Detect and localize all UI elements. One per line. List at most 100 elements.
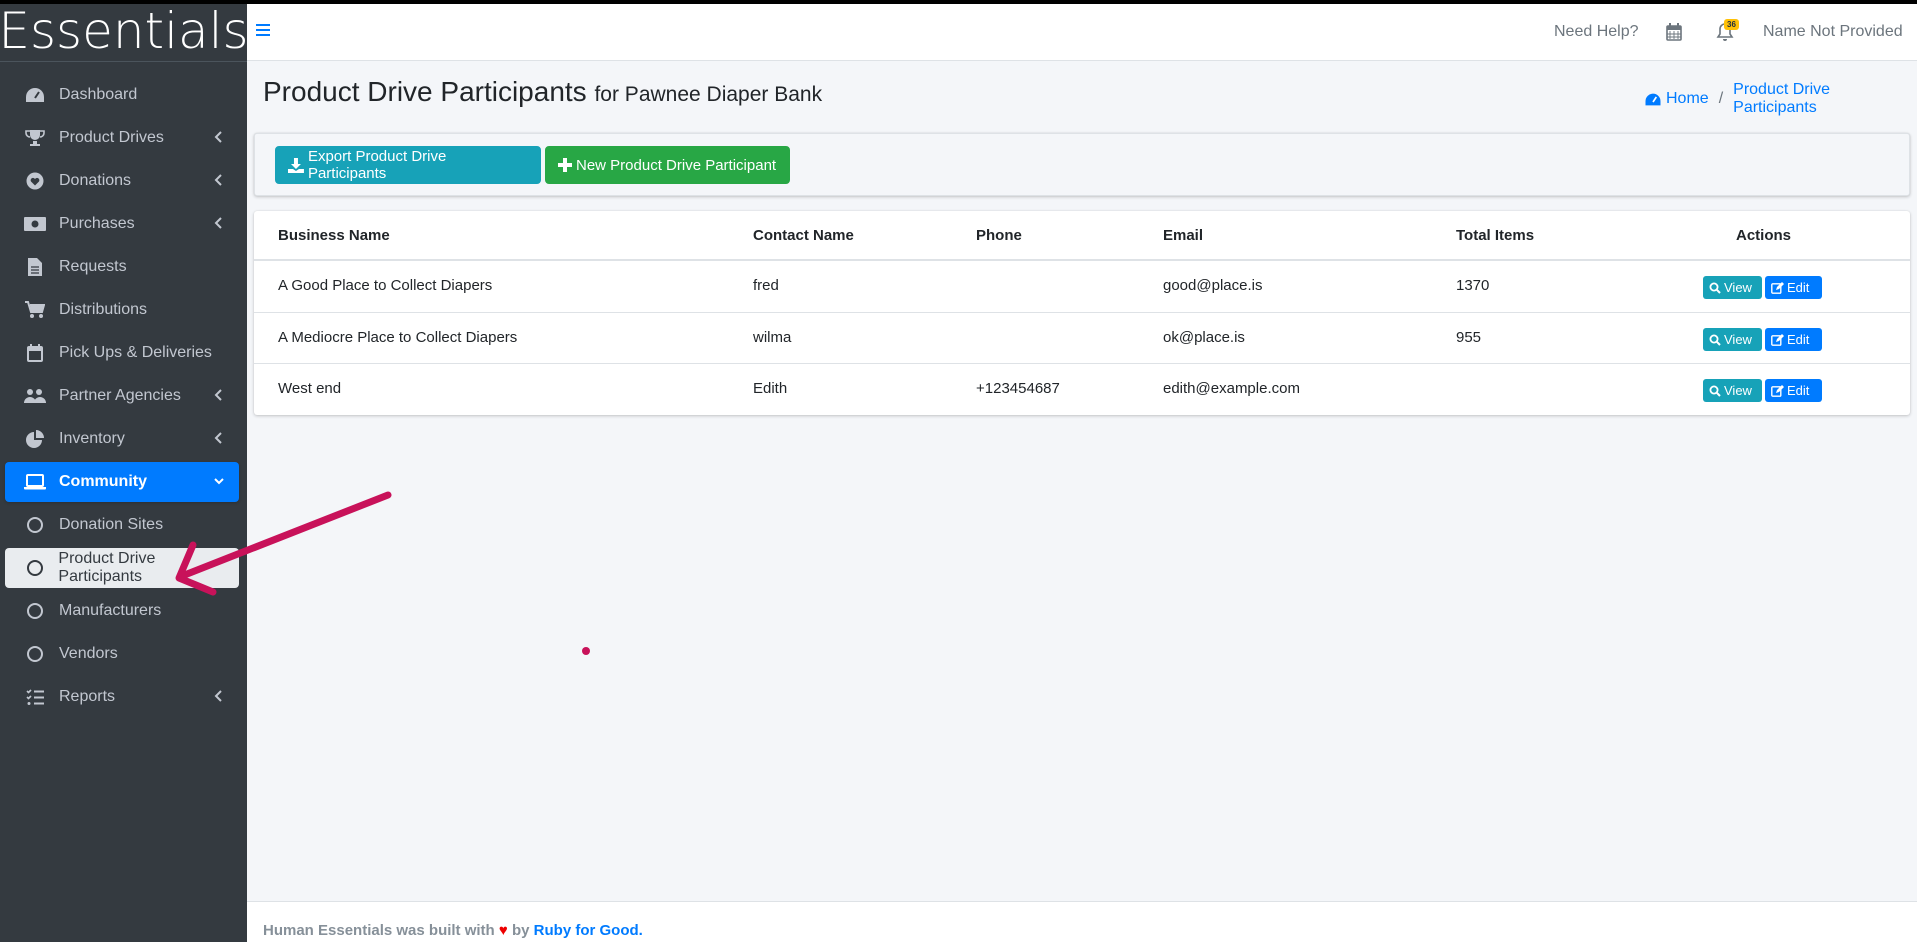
footer-text: Human Essentials was built with — [263, 922, 495, 939]
breadcrumb-home[interactable]: Home — [1644, 90, 1709, 108]
footer-by: by — [511, 922, 530, 939]
need-help-link[interactable]: Need Help? — [1554, 23, 1639, 41]
view-button[interactable]: View — [1703, 328, 1762, 351]
trophy-icon — [23, 128, 47, 148]
cell-business: A Good Place to Collect Diapers — [278, 277, 493, 294]
sidebar-item-product-drive-participants[interactable]: Product Drive Participants — [5, 548, 239, 588]
sidebar-item-label: Pick Ups & Deliveries — [59, 344, 212, 361]
breadcrumb: Home / Product Drive Participants — [1644, 81, 1917, 117]
sidebar-item-vendors[interactable]: Vendors — [5, 634, 239, 674]
calendar-icon[interactable] — [1666, 23, 1682, 41]
sidebar-item-partner-agencies[interactable]: Partner Agencies — [5, 376, 239, 416]
sidebar-item-label: Inventory — [59, 430, 125, 447]
actions-card: Export Product Drive Participants New Pr… — [254, 133, 1910, 196]
cell-email: good@place.is — [1163, 277, 1263, 294]
tasks-list-icon — [23, 687, 47, 707]
sidebar-item-purchases[interactable]: Purchases — [5, 204, 239, 244]
table-row: A Mediocre Place to Collect Diapers wilm… — [254, 312, 1910, 363]
cell-business: West end — [278, 380, 342, 397]
edit-button-label: Edit — [1787, 280, 1810, 295]
sidebar-item-label: Manufacturers — [59, 602, 162, 619]
tachometer-icon — [1645, 93, 1661, 105]
view-button-label: View — [1724, 280, 1752, 295]
column-header-phone[interactable]: Phone — [976, 227, 1022, 244]
edit-button[interactable]: Edit — [1765, 379, 1822, 402]
table-header: Business Name Contact Name Phone Email T… — [254, 211, 1910, 261]
breadcrumb-home-label: Home — [1666, 90, 1709, 107]
hamburger-menu-icon[interactable] — [255, 22, 271, 38]
sidebar-item-pick-ups-deliveries[interactable]: Pick Ups & Deliveries — [5, 333, 239, 373]
sidebar-item-dashboard[interactable]: Dashboard — [5, 75, 239, 115]
notification-badge: 36 — [1724, 19, 1739, 30]
new-participant-button[interactable]: New Product Drive Participant — [545, 146, 790, 184]
sidebar-item-label: Dashboard — [59, 86, 138, 103]
circle-icon — [23, 558, 46, 578]
annotation-dot — [582, 647, 590, 655]
export-button-label: Export Product Drive Participants — [307, 148, 447, 182]
column-header-business[interactable]: Business Name — [278, 227, 390, 244]
chevron-left-icon — [214, 690, 222, 702]
top-border-line — [0, 0, 1917, 4]
heart-icon: ♥ — [498, 922, 508, 939]
sidebar-item-manufacturers[interactable]: Manufacturers — [5, 591, 239, 631]
column-header-actions: Actions — [1736, 227, 1792, 244]
sidebar-item-donation-sites[interactable]: Donation Sites — [5, 505, 239, 545]
page-title: Product Drive Participants for Pawnee Di… — [263, 76, 822, 108]
chevron-down-icon — [214, 478, 224, 485]
sidebar-item-label: Vendors — [59, 645, 118, 662]
view-button[interactable]: View — [1703, 276, 1762, 299]
edit-button[interactable]: Edit — [1765, 276, 1822, 299]
export-button[interactable]: Export Product Drive Participants — [275, 146, 541, 184]
table-row: West end Edith +123454687 edith@example.… — [254, 363, 1910, 414]
sidebar-item-label: Distributions — [59, 301, 148, 318]
search-icon — [1709, 334, 1721, 346]
view-button[interactable]: View — [1703, 379, 1762, 402]
sidebar-item-label: Donation Sites — [59, 516, 164, 533]
ruby-for-good-link[interactable]: Ruby for Good. — [534, 922, 643, 939]
circle-icon — [23, 644, 47, 664]
sidebar-item-reports[interactable]: Reports — [5, 677, 239, 717]
cell-contact: wilma — [753, 329, 792, 346]
sidebar-item-donations[interactable]: Donations — [5, 161, 239, 201]
column-header-contact[interactable]: Contact Name — [753, 227, 854, 244]
plus-icon — [558, 158, 572, 172]
user-menu[interactable]: Name Not Provided — [1763, 23, 1903, 41]
laptop-icon — [23, 472, 47, 492]
pie-chart-icon — [23, 429, 47, 449]
cell-total-items: 1370 — [1456, 277, 1490, 294]
heart-circle-icon — [23, 171, 47, 191]
top-navbar: Need Help? 36 Name Not Provided — [247, 4, 1917, 61]
sidebar-item-product-drives[interactable]: Product Drives — [5, 118, 239, 158]
table-row: A Good Place to Collect Diapers fred goo… — [254, 261, 1910, 312]
cell-total-items: 955 — [1456, 329, 1482, 346]
search-icon — [1709, 385, 1721, 397]
sidebar-item-label: Requests — [59, 258, 127, 275]
sidebar-item-community[interactable]: Community — [5, 462, 239, 502]
chevron-left-icon — [214, 432, 222, 444]
footer: Human Essentials was built with ♥ by Rub… — [247, 901, 1917, 942]
edit-button[interactable]: Edit — [1765, 328, 1822, 351]
edit-button-label: Edit — [1787, 332, 1810, 347]
column-header-email[interactable]: Email — [1163, 227, 1203, 244]
sidebar-item-label: Community — [59, 473, 147, 490]
sidebar-item-requests[interactable]: Requests — [5, 247, 239, 287]
edit-button-label: Edit — [1787, 383, 1810, 398]
sidebar-item-distributions[interactable]: Distributions — [5, 290, 239, 330]
cell-email: edith@example.com — [1163, 380, 1300, 397]
new-button-label: New Product Drive Participant — [576, 156, 777, 174]
cell-business: A Mediocre Place to Collect Diapers — [278, 329, 518, 346]
view-button-label: View — [1724, 332, 1752, 347]
edit-icon — [1771, 384, 1784, 397]
column-header-total-items[interactable]: Total Items — [1456, 227, 1534, 244]
tachometer-icon — [23, 85, 47, 105]
search-icon — [1709, 282, 1721, 294]
breadcrumb-separator: / — [1718, 90, 1724, 107]
users-icon — [23, 386, 47, 406]
sidebar-item-inventory[interactable]: Inventory — [5, 419, 239, 459]
sidebar-item-label: Product Drive Participants — [58, 550, 156, 585]
chevron-left-icon — [214, 217, 222, 229]
brand-logo[interactable]: Essentials — [0, 0, 249, 62]
edit-icon — [1771, 281, 1784, 294]
breadcrumb-current[interactable]: Product Drive Participants — [1733, 81, 1917, 117]
cell-contact: Edith — [753, 380, 788, 397]
